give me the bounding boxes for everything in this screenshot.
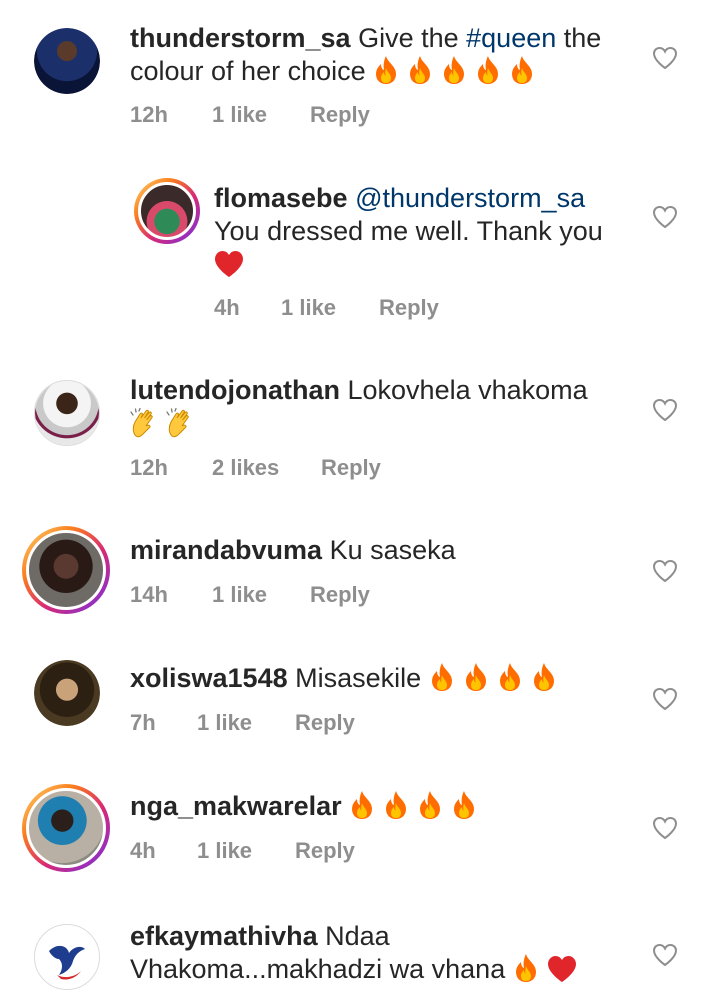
comment-nga-makwarelar: nga_makwarelar 4h 1 like Reply xyxy=(0,768,720,896)
comment-time: 4h xyxy=(130,838,156,863)
reply-button[interactable]: Reply xyxy=(379,295,439,321)
fire-emoji xyxy=(429,662,455,692)
fire-emoji xyxy=(349,790,375,820)
comment-username[interactable]: thunderstorm_sa xyxy=(130,23,351,53)
like-heart-icon[interactable] xyxy=(652,397,678,423)
reply-button[interactable]: Reply xyxy=(295,838,355,864)
fire-emoji xyxy=(475,55,501,85)
like-heart-icon[interactable] xyxy=(652,558,678,584)
red-heart-emoji xyxy=(547,955,577,983)
fire-emoji xyxy=(513,953,539,983)
likes-count[interactable]: 1 like xyxy=(212,102,267,128)
reply-button[interactable]: Reply xyxy=(321,455,381,481)
comment-efkaymathivha: efkaymathivha Ndaa Vhakoma...makhadzi wa… xyxy=(0,896,720,994)
fire-emoji xyxy=(373,55,399,85)
comment-username[interactable]: nga_makwarelar xyxy=(130,791,342,821)
mention-link[interactable]: @thunderstorm_sa xyxy=(355,183,585,213)
avatar[interactable] xyxy=(34,28,100,94)
like-heart-icon[interactable] xyxy=(652,204,678,230)
like-heart-icon[interactable] xyxy=(652,45,678,71)
fire-emoji xyxy=(417,790,443,820)
avatar[interactable] xyxy=(34,380,100,446)
likes-count[interactable]: 2 likes xyxy=(212,455,279,481)
comment-text: Ndaa xyxy=(325,921,390,951)
fire-emoji xyxy=(497,662,523,692)
avatar[interactable] xyxy=(134,178,200,244)
comment-lutendojonathan: lutendojonathan Lokovhela vhakoma 12h 2 … xyxy=(0,340,720,510)
fire-emoji xyxy=(451,790,477,820)
like-heart-icon[interactable] xyxy=(652,815,678,841)
comment-text: Ku saseka xyxy=(329,535,456,565)
comment-username[interactable]: flomasebe xyxy=(214,183,348,213)
likes-count[interactable]: 1 like xyxy=(197,838,252,864)
eagle-logo-icon xyxy=(49,945,85,980)
comment-time: 4h xyxy=(214,295,240,320)
fire-emojis xyxy=(349,791,485,821)
fire-emoji xyxy=(463,662,489,692)
comment-xoliswa1548: xoliswa1548 Misasekile 7h 1 like Reply xyxy=(0,638,720,768)
comment-username[interactable]: efkaymathivha xyxy=(130,921,318,951)
fire-emoji xyxy=(407,55,433,85)
comment-text: You dressed me well. Thank you xyxy=(214,216,603,246)
comment-time: 12h xyxy=(130,102,168,127)
clap-emoji xyxy=(130,408,158,438)
fire-emoji xyxy=(531,662,557,692)
red-heart-emoji xyxy=(214,250,244,278)
comment-username[interactable]: lutendojonathan xyxy=(130,375,340,405)
fire-emoji xyxy=(383,790,409,820)
comment-mirandabvuma: mirandabvuma Ku saseka 14h 1 like Reply xyxy=(0,510,720,638)
likes-count[interactable]: 1 like xyxy=(281,295,336,321)
clap-emoji xyxy=(166,408,194,438)
avatar[interactable] xyxy=(34,924,100,990)
comment-text: Lokovhela vhakoma xyxy=(347,375,588,405)
comment-text: Give the xyxy=(358,23,467,53)
comment-username[interactable]: mirandabvuma xyxy=(130,535,322,565)
hashtag-link[interactable]: #queen xyxy=(466,23,556,53)
fire-emojis xyxy=(373,56,543,86)
likes-count[interactable]: 1 like xyxy=(212,582,267,608)
fire-emoji xyxy=(441,55,467,85)
avatar[interactable] xyxy=(22,784,110,872)
reply-button[interactable]: Reply xyxy=(310,102,370,128)
reply-button[interactable]: Reply xyxy=(310,582,370,608)
avatar[interactable] xyxy=(34,660,100,726)
comment-time: 7h xyxy=(130,710,156,735)
comment-time: 14h xyxy=(130,582,168,607)
like-heart-icon[interactable] xyxy=(652,942,678,968)
comment-time: 12h xyxy=(130,455,168,480)
avatar[interactable] xyxy=(22,526,110,614)
comment-text: Misasekile xyxy=(295,663,422,693)
reply-button[interactable]: Reply xyxy=(295,710,355,736)
fire-emoji xyxy=(509,55,535,85)
fire-emojis xyxy=(429,663,565,693)
comment-thunderstorm: thunderstorm_sa Give the #queen the colo… xyxy=(0,0,720,160)
comment-username[interactable]: xoliswa1548 xyxy=(130,663,288,693)
likes-count[interactable]: 1 like xyxy=(197,710,252,736)
reply-flomasebe: flomasebe @thunderstorm_sa You dressed m… xyxy=(0,160,720,340)
like-heart-icon[interactable] xyxy=(652,686,678,712)
comment-text-line2: Vhakoma...makhadzi wa vhana xyxy=(130,954,506,984)
